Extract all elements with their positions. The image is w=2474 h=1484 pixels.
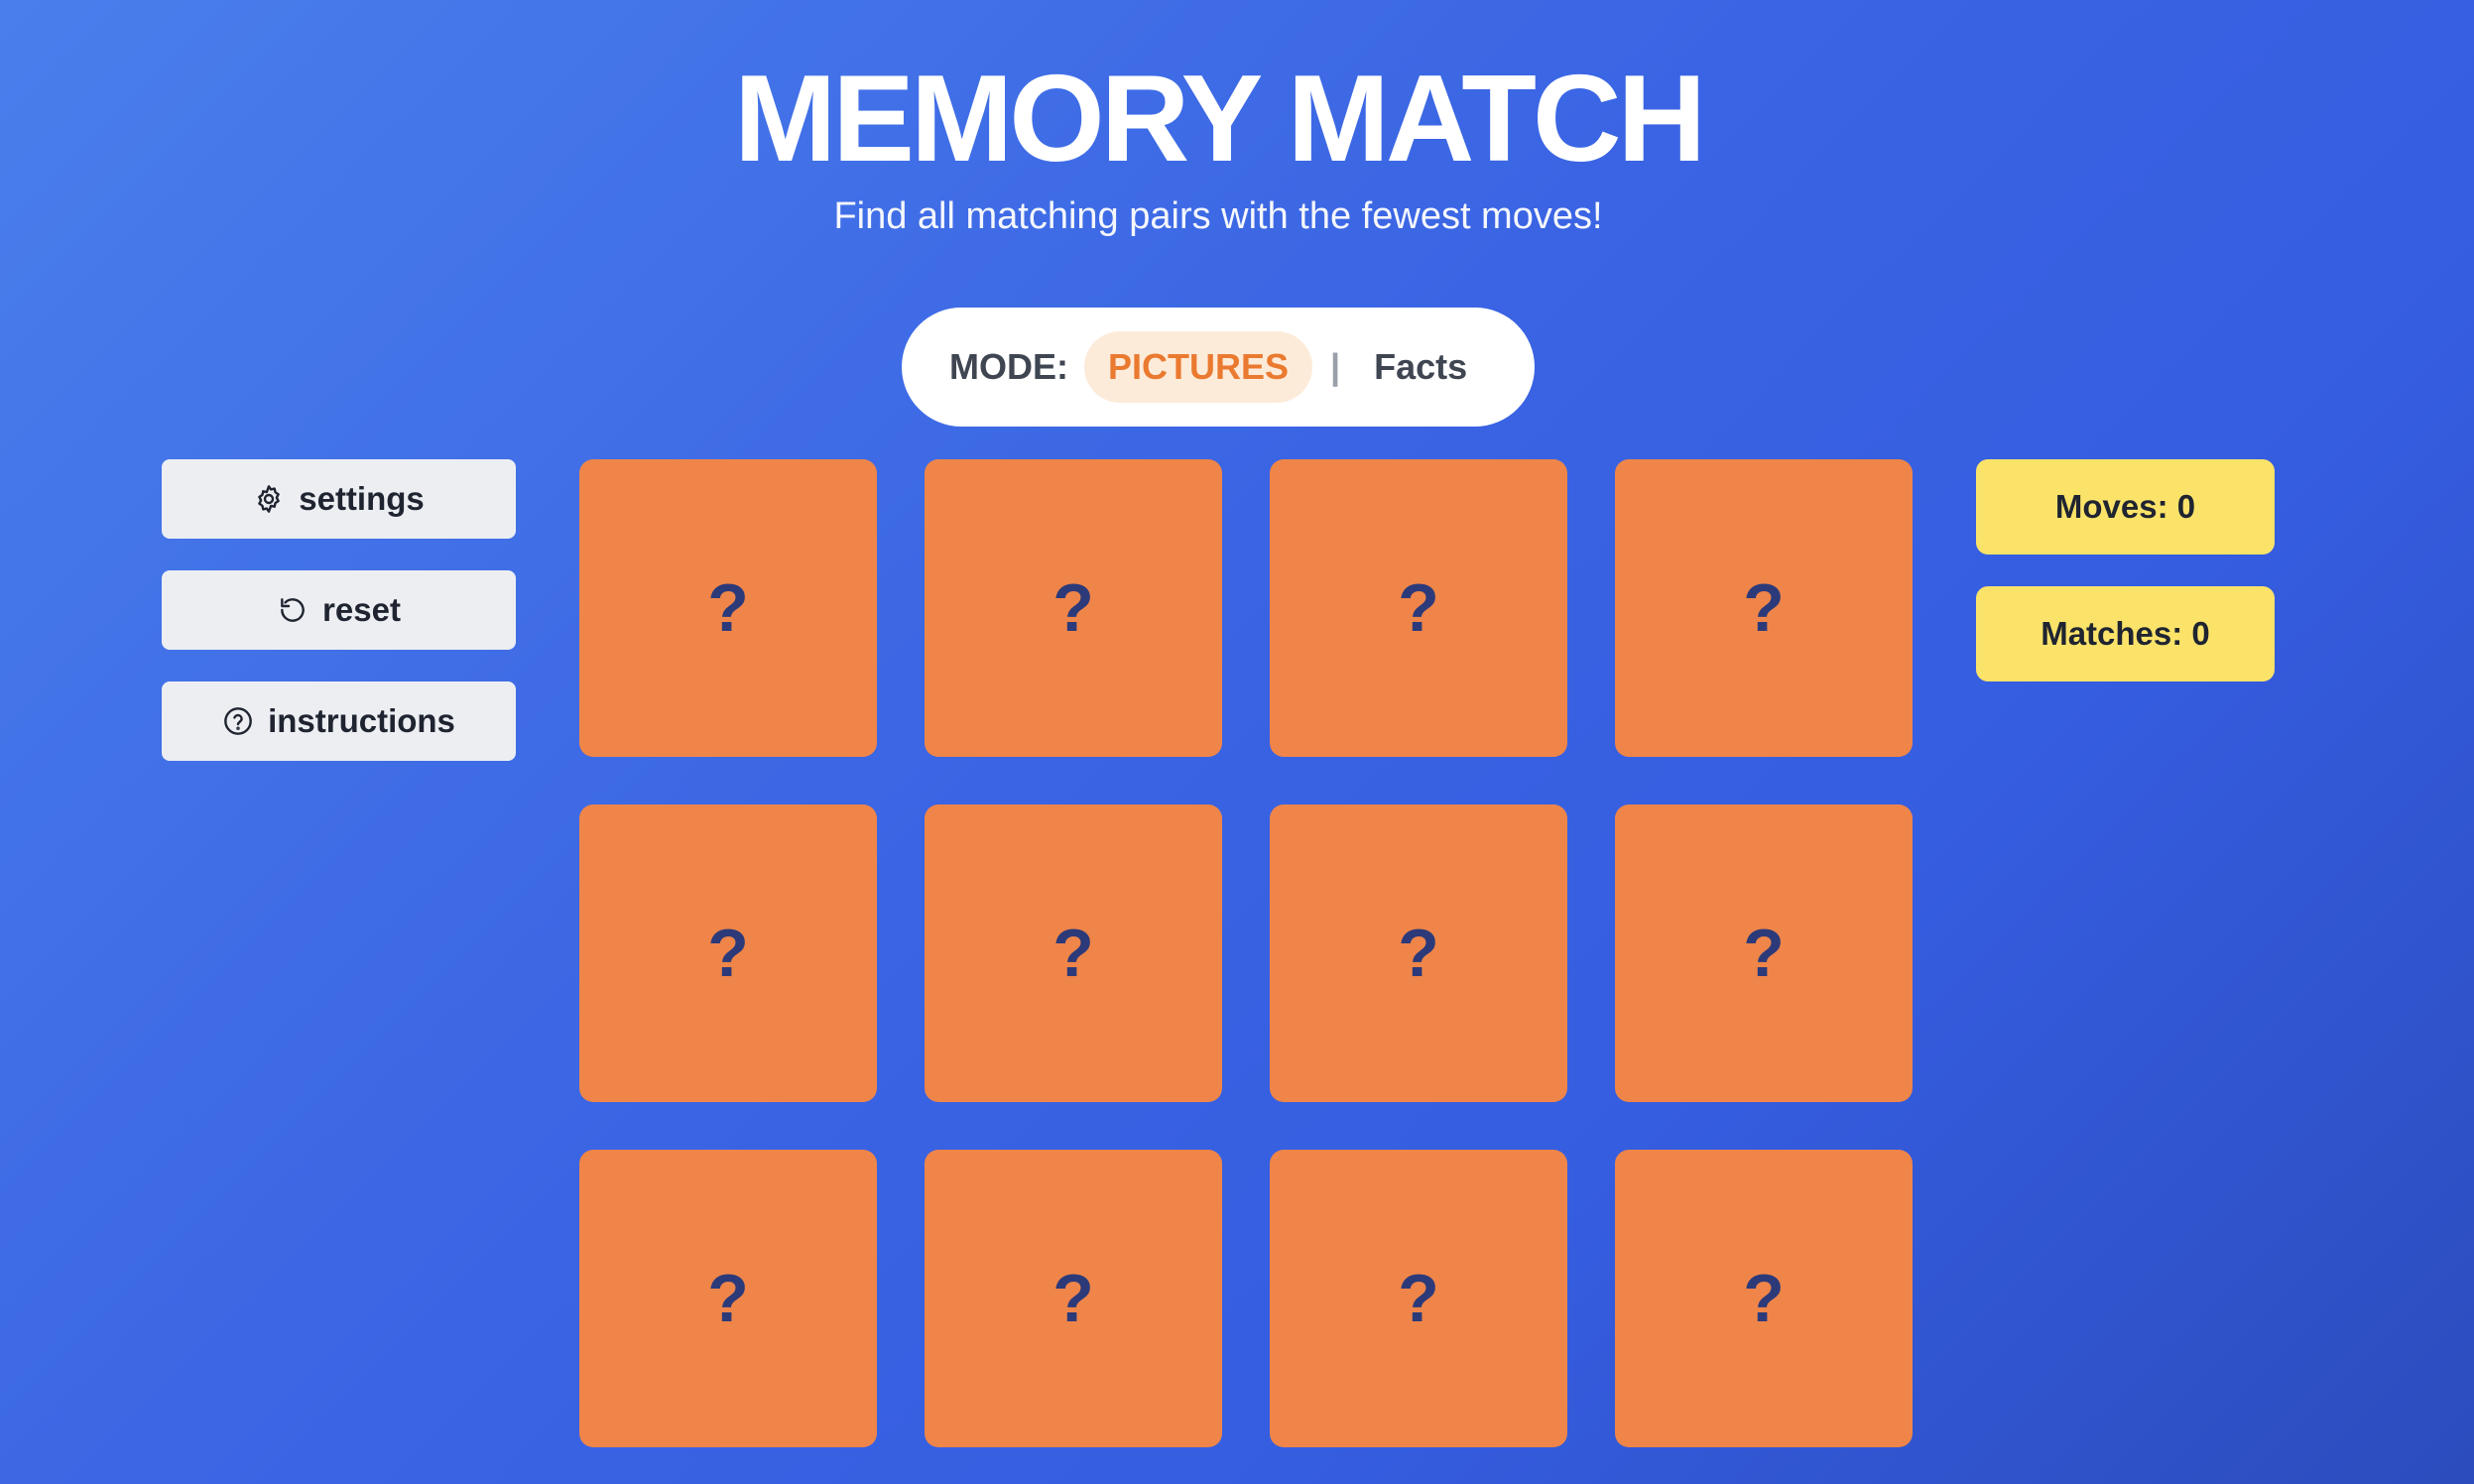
card[interactable]: ? [1270,1150,1567,1447]
matches-counter: Matches: 0 [1976,586,2275,681]
instructions-button[interactable]: instructions [162,681,516,761]
reset-button[interactable]: reset [162,570,516,650]
mode-option-facts[interactable]: Facts [1374,346,1467,388]
mode-option-pictures[interactable]: PICTURES [1084,331,1313,403]
card[interactable]: ? [579,459,877,757]
card[interactable]: ? [1270,804,1567,1102]
card[interactable]: ? [925,459,1222,757]
card-symbol: ? [1398,916,1439,991]
card-symbol: ? [1743,1261,1785,1336]
instructions-button-label: instructions [268,702,455,739]
card-symbol: ? [1743,570,1785,646]
mode-selector: MODE: PICTURES | Facts [902,308,1535,427]
card-symbol: ? [1398,1261,1439,1336]
question-circle-icon [222,705,254,737]
reset-button-label: reset [322,591,401,628]
card-symbol: ? [707,570,749,646]
card[interactable]: ? [925,804,1222,1102]
game-subtitle: Find all matching pairs with the fewest … [833,195,1603,237]
moves-counter: Moves: 0 [1976,459,2275,555]
gear-icon [253,483,285,515]
card-symbol: ? [1052,916,1094,991]
card[interactable]: ? [1615,1150,1913,1447]
card-symbol: ? [1052,570,1094,646]
card-symbol: ? [707,1261,749,1336]
reset-icon [277,594,309,626]
card[interactable]: ? [1615,804,1913,1102]
card-symbol: ? [707,916,749,991]
settings-button-label: settings [299,480,425,517]
mode-label: MODE: [949,346,1068,387]
game-title: MEMORY MATCH [733,51,1706,187]
card[interactable]: ? [579,1150,877,1447]
card[interactable]: ? [1270,459,1567,757]
card-symbol: ? [1052,1261,1094,1336]
card[interactable]: ? [579,804,877,1102]
card[interactable]: ? [925,1150,1222,1447]
mode-separator: | [1330,346,1341,387]
card-symbol: ? [1743,916,1785,991]
settings-button[interactable]: settings [162,459,516,539]
card-symbol: ? [1398,570,1439,646]
card[interactable]: ? [1615,459,1913,757]
